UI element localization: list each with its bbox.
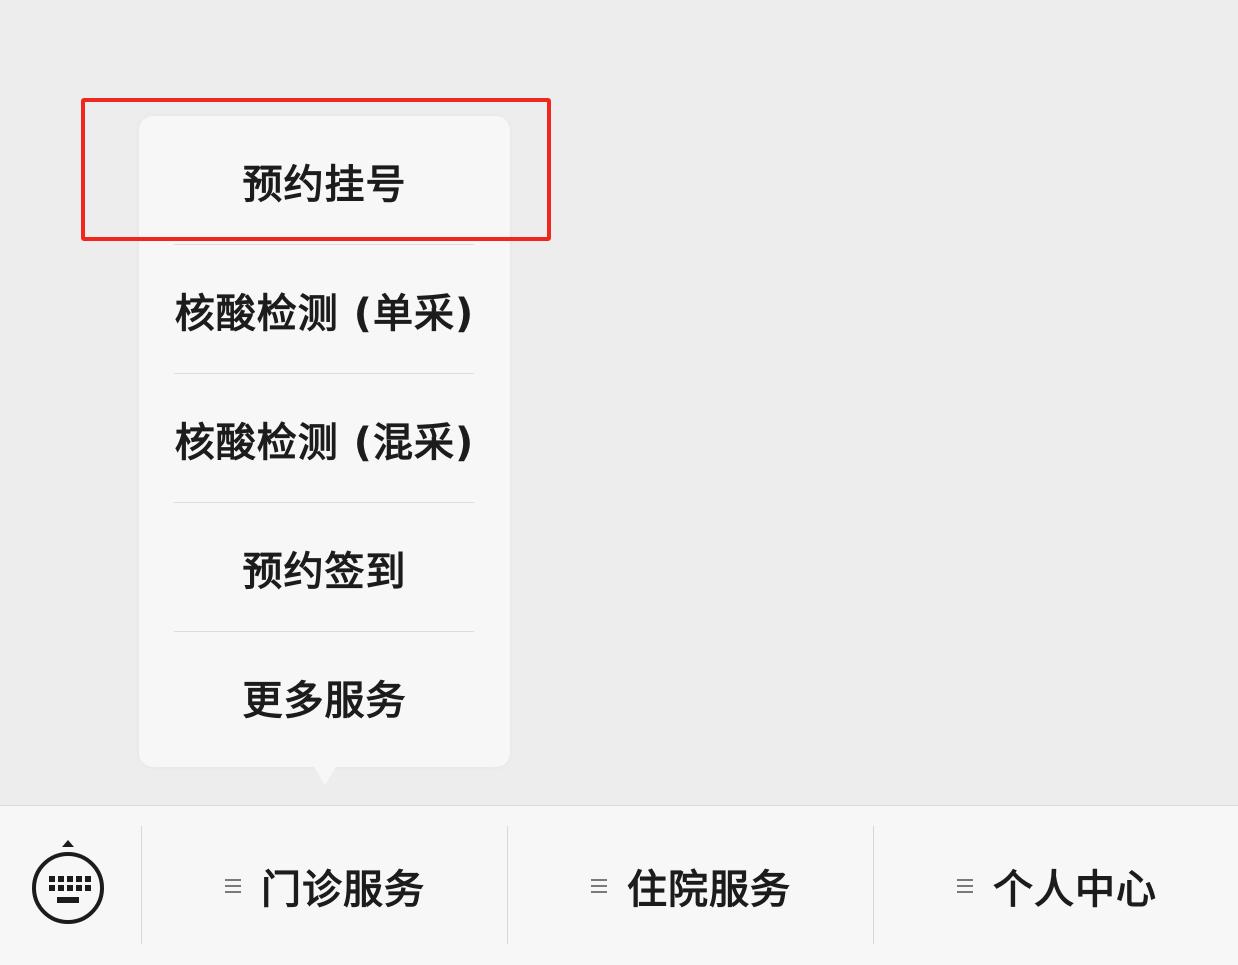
popup-pointer-arrow <box>313 765 337 785</box>
tab-label: 门诊服务 <box>261 866 425 913</box>
tab-personal-center[interactable]: 个人中心 <box>874 806 1238 965</box>
keyboard-switch-icon <box>32 840 104 924</box>
tab-inpatient-services[interactable]: 住院服务 <box>508 806 874 965</box>
menu-lines-icon <box>957 875 973 897</box>
menu-item-label: 预约签到 <box>242 548 407 595</box>
tab-label: 住院服务 <box>627 866 791 913</box>
tab-outpatient-services[interactable]: 门诊服务 <box>142 806 508 965</box>
menu-item-label: 核酸检测 (单采) <box>174 290 475 337</box>
menu-item-label: 核酸检测 (混采) <box>174 419 475 466</box>
menu-lines-icon <box>225 875 241 897</box>
menu-item-nucleic-test-single[interactable]: 核酸检测 (单采) <box>139 245 510 374</box>
menu-lines-icon <box>591 875 607 897</box>
menu-item-appointment-checkin[interactable]: 预约签到 <box>139 503 510 632</box>
keyboard-toggle-button[interactable] <box>0 806 141 965</box>
bottom-menu-bar: 门诊服务 住院服务 个人中心 <box>0 805 1238 965</box>
menu-item-label: 预约挂号 <box>242 161 407 208</box>
menu-item-label: 更多服务 <box>242 677 407 724</box>
tab-label: 个人中心 <box>993 866 1157 913</box>
service-popup-menu: 预约挂号 核酸检测 (单采) 核酸检测 (混采) 预约签到 更多服务 <box>139 116 510 767</box>
menu-item-appointment-registration[interactable]: 预约挂号 <box>139 116 510 245</box>
menu-item-nucleic-test-mixed[interactable]: 核酸检测 (混采) <box>139 374 510 503</box>
menu-item-more-services[interactable]: 更多服务 <box>139 632 510 761</box>
